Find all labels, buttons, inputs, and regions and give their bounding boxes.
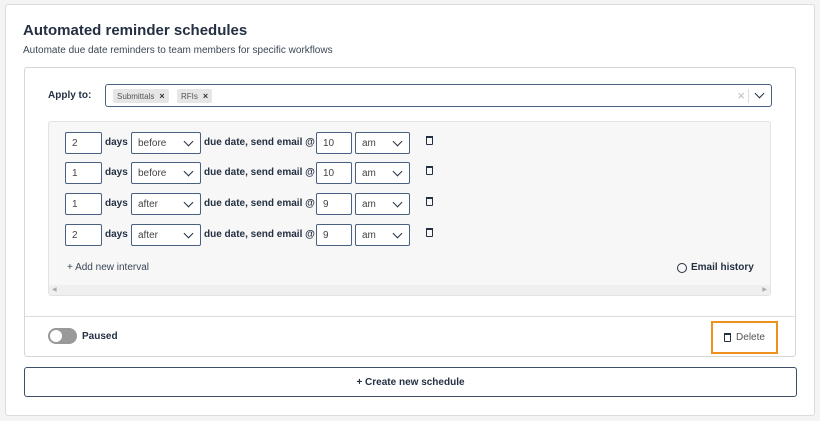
horizontal-scrollbar[interactable]: ◀ ▶: [49, 285, 770, 295]
delete-button[interactable]: Delete: [711, 321, 778, 354]
due-date-label: due date, send email @: [204, 167, 315, 178]
delete-label: Delete: [736, 332, 765, 343]
due-date-label: due date, send email @: [204, 198, 315, 209]
ampm-select[interactable]: am: [355, 193, 410, 215]
select-value: am: [362, 168, 376, 179]
chip-label: RFIs: [181, 91, 198, 101]
select-value: after: [138, 199, 159, 210]
select-value: am: [362, 230, 376, 241]
clear-icon[interactable]: ×: [737, 88, 745, 103]
email-history-button[interactable]: Email history: [677, 262, 754, 273]
chevron-down-icon: [183, 136, 194, 147]
interval-row: 2 days before due date, send email @ 10 …: [65, 132, 445, 154]
due-date-label: due date, send email @: [204, 137, 315, 148]
trash-icon[interactable]: [426, 166, 433, 175]
hour-input[interactable]: 9: [316, 193, 352, 215]
before-after-select[interactable]: after: [131, 224, 201, 246]
days-input[interactable]: 1: [65, 162, 102, 184]
ampm-select[interactable]: am: [355, 224, 410, 246]
before-after-select[interactable]: before: [131, 132, 201, 154]
chevron-down-icon: [183, 228, 194, 239]
days-label: days: [105, 198, 128, 209]
page-title: Automated reminder schedules: [23, 22, 248, 39]
hour-input[interactable]: 9: [316, 224, 352, 246]
apply-to-label: Apply to:: [48, 90, 92, 101]
chevron-down-icon: [183, 166, 194, 177]
days-label: days: [105, 167, 128, 178]
interval-row: 2 days after due date, send email @ 9 am: [65, 224, 445, 246]
trash-icon: [724, 333, 732, 342]
trash-icon[interactable]: [426, 197, 433, 206]
select-value: am: [362, 199, 376, 210]
email-history-label: Email history: [691, 262, 754, 273]
hour-input[interactable]: 10: [316, 162, 352, 184]
chevron-down-icon: [392, 166, 403, 177]
apply-to-multiselect[interactable]: Submittals × RFIs × ×: [105, 84, 772, 107]
trash-icon[interactable]: [426, 228, 433, 237]
interval-row: 1 days before due date, send email @ 10 …: [65, 162, 445, 184]
days-input[interactable]: 1: [65, 193, 102, 215]
clock-icon: [677, 262, 687, 273]
chip-submittals: Submittals ×: [113, 89, 169, 103]
days-input[interactable]: 2: [65, 224, 102, 246]
interval-row: 1 days after due date, send email @ 9 am: [65, 193, 445, 215]
chip-rfis: RFIs ×: [177, 89, 213, 103]
days-input[interactable]: 2: [65, 132, 102, 154]
select-value: after: [138, 230, 159, 241]
trash-icon[interactable]: [426, 136, 433, 145]
chip-label: Submittals: [117, 91, 155, 101]
days-label: days: [105, 137, 128, 148]
chevron-down-icon: [392, 197, 403, 208]
divider: [25, 316, 795, 317]
chevron-down-icon: [392, 228, 403, 239]
create-schedule-button[interactable]: + Create new schedule: [24, 367, 797, 397]
toggle-label: Paused: [82, 331, 118, 342]
select-value: before: [138, 168, 167, 179]
hour-input[interactable]: 10: [316, 132, 352, 154]
remove-chip-icon[interactable]: ×: [159, 91, 164, 101]
paused-toggle[interactable]: [48, 328, 77, 344]
before-after-select[interactable]: before: [131, 162, 201, 184]
days-label: days: [105, 229, 128, 240]
due-date-label: due date, send email @: [204, 229, 315, 240]
before-after-select[interactable]: after: [131, 193, 201, 215]
separator: [748, 89, 749, 103]
select-value: am: [362, 138, 376, 149]
ampm-select[interactable]: am: [355, 132, 410, 154]
select-value: before: [138, 138, 167, 149]
remove-chip-icon[interactable]: ×: [203, 91, 208, 101]
chevron-down-icon: [183, 197, 194, 208]
ampm-select[interactable]: am: [355, 162, 410, 184]
page-subtitle: Automate due date reminders to team memb…: [23, 45, 333, 56]
chevron-down-icon[interactable]: [754, 88, 765, 99]
add-interval-button[interactable]: + Add new interval: [67, 262, 149, 273]
chevron-down-icon: [392, 136, 403, 147]
